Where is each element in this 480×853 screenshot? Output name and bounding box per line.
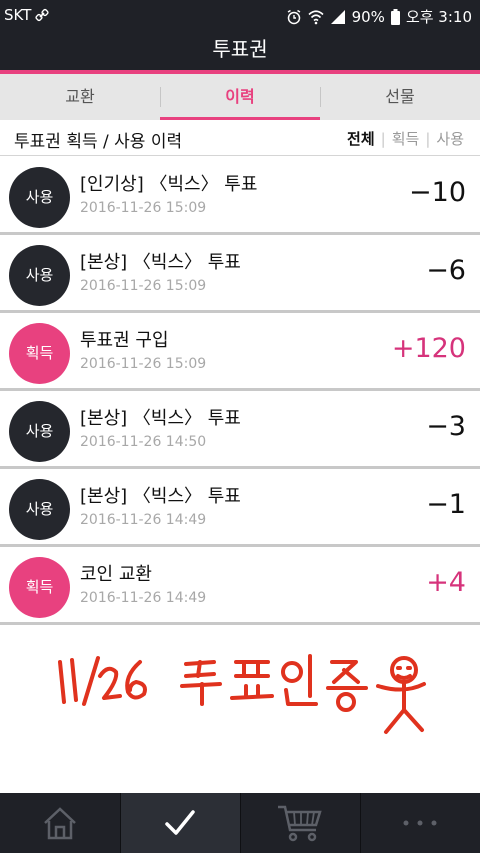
link-icon [35,8,49,22]
item-amount: −6 [426,255,466,286]
item-amount: −10 [409,177,466,208]
item-title: [인기상] 〈빅스〉 투표 [80,174,258,195]
nav-home[interactable] [0,793,120,853]
nav-divider [240,793,241,853]
history-list: 사용 [인기상] 〈빅스〉 투표 2016-11-26 15:09 −10 사용… [0,157,480,625]
filter-all[interactable]: 전체 [341,128,381,149]
item-amount: −1 [426,489,466,520]
tab-history[interactable]: 이력 [160,74,320,120]
item-title: [본상] 〈빅스〉 투표 [80,486,241,507]
use-badge: 사용 [9,167,70,228]
list-item[interactable]: 획득 코인 교환 2016-11-26 14:49 +4 [0,547,480,625]
nav-vote[interactable] [120,793,240,853]
use-badge: 사용 [9,245,70,306]
item-amount: +4 [426,567,466,598]
clock: 오후 3:10 [405,8,472,26]
tab-exchange[interactable]: 교환 [0,74,160,120]
app-bar: 투표권 [0,30,480,70]
nav-more[interactable] [360,793,480,853]
cart-icon [278,805,322,842]
earn-badge: 획득 [9,323,70,384]
handwritten-annotation [58,654,426,734]
item-title: [본상] 〈빅스〉 투표 [80,252,241,273]
item-timestamp: 2016-11-26 14:49 [80,512,207,528]
list-item[interactable]: 사용 [본상] 〈빅스〉 투표 2016-11-26 15:09 −6 [0,235,480,313]
section-divider [0,155,480,156]
item-timestamp: 2016-11-26 15:09 [80,200,207,216]
list-item[interactable]: 획득 투표권 구입 2016-11-26 15:09 +120 [0,313,480,391]
section-header: 투표권 획득 / 사용 이력 전체 | 획득 | 사용 [0,120,480,156]
signal-icon [330,9,345,24]
use-badge: 사용 [9,401,70,462]
status-bar: SKT 90% 오후 3:10 [0,0,480,30]
carrier-label: SKT [4,6,32,24]
item-timestamp: 2016-11-26 15:09 [80,278,207,294]
page-title: 투표권 [212,37,268,61]
list-item[interactable]: 사용 [본상] 〈빅스〉 투표 2016-11-26 14:50 −3 [0,391,480,469]
item-amount: +120 [391,333,466,364]
nav-divider [360,793,361,853]
tab-gift[interactable]: 선물 [320,74,480,120]
battery-icon [390,8,400,25]
wifi-icon [308,9,324,24]
item-timestamp: 2016-11-26 14:49 [80,590,207,606]
tab-divider [320,87,321,107]
item-title: 코인 교환 [80,564,152,585]
home-icon [44,807,76,840]
use-badge: 사용 [9,479,70,540]
filter-earned[interactable]: 획득 [386,128,426,149]
item-timestamp: 2016-11-26 14:50 [80,434,207,450]
tab-divider [160,87,161,107]
vote-ticket-history-screen: SKT 90% 오후 3:10 투표권 교환 이력 선물 투표권 획득 / 사용… [0,0,480,853]
item-title: [본상] 〈빅스〉 투표 [80,408,241,429]
alarm-icon [287,9,300,24]
battery-percent: 90% [351,7,385,26]
tab-bar: 교환 이력 선물 [0,74,480,120]
filter-used[interactable]: 사용 [430,128,470,149]
item-timestamp: 2016-11-26 15:09 [80,356,207,372]
item-amount: −3 [426,411,466,442]
check-icon [165,810,195,835]
item-title: 투표권 구입 [80,330,169,351]
nav-divider [120,793,121,853]
bottom-nav [0,793,480,853]
nav-shop[interactable] [240,793,360,853]
filter-group: 전체 | 획득 | 사용 [341,128,470,149]
more-icon [403,820,437,826]
list-item[interactable]: 사용 [본상] 〈빅스〉 투표 2016-11-26 14:49 −1 [0,469,480,547]
section-title: 투표권 획득 / 사용 이력 [14,132,183,152]
earn-badge: 획득 [9,557,70,618]
list-item[interactable]: 사용 [인기상] 〈빅스〉 투표 2016-11-26 15:09 −10 [0,157,480,235]
